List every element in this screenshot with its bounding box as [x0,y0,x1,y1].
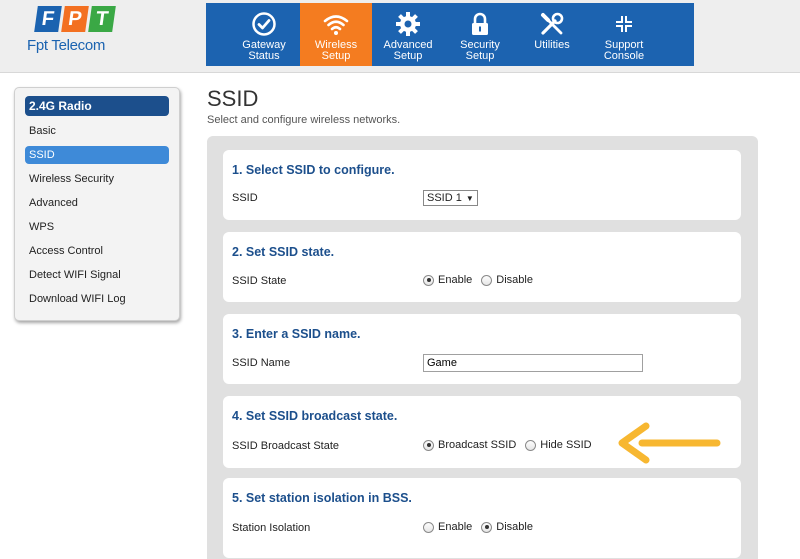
wifi-icon [323,15,349,35]
radio-label: Enable [438,521,473,533]
ssid-name-label: SSID Name [232,357,291,369]
radio-label: Enable [438,274,473,286]
ssid-state-enable-radio[interactable] [423,274,434,286]
broadcast-ssid-option[interactable]: Broadcast SSID [423,439,516,451]
section-title: 1. Select SSID to configure. [232,163,395,177]
broadcast-ssid-radio[interactable] [423,439,434,451]
section-title: 4. Set SSID broadcast state. [232,409,398,423]
broadcast-options: Broadcast SSID Hide SSID [423,439,601,451]
dropdown-arrow-icon: ▼ [465,193,474,203]
ssid-name-wrap [423,354,643,372]
nav-label-1: Utilities [534,39,570,51]
section-isolation: 5. Set station isolation in BSS. Station… [223,478,741,558]
section-title: 3. Enter a SSID name. [232,327,361,341]
radio-label: Disable [496,274,533,286]
sidebar-header[interactable]: 2.4G Radio [25,96,169,116]
logo-letters: F P T [34,6,146,32]
brand-name: Fpt Telecom [27,37,106,54]
nav-label-2: Status [248,50,280,62]
ssid-name-input[interactable] [423,354,643,372]
isolation-disable-radio[interactable] [481,521,493,533]
sidebar-item-download-wifi-log[interactable]: Download WIFI Log [25,290,169,314]
radio-label: Disable [496,521,533,533]
nav-wireless-setup[interactable]: Wireless Setup [300,3,372,66]
page-title: SSID [207,86,259,111]
isolation-label: Station Isolation [232,522,311,534]
section-ssid-state: 2. Set SSID state. SSID State Enable Dis… [223,232,741,302]
nav-security-setup[interactable]: Security Setup [444,3,516,66]
hide-ssid-option[interactable]: Hide SSID [525,439,592,451]
sidebar-item-advanced[interactable]: Advanced [25,194,169,218]
logo-letter-t: T [88,6,116,32]
isolation-disable-option[interactable]: Disable [481,521,533,533]
header: F P T Fpt Telecom Gateway Status Wireles… [0,0,800,73]
lock-icon [472,12,488,35]
annotation-arrow-icon [618,422,721,464]
nav-support-console[interactable]: Support Console [588,3,660,66]
settings-panel: 1. Select SSID to configure. SSID SSID 1… [207,136,758,559]
section-title: 5. Set station isolation in BSS. [232,491,412,505]
ssid-label: SSID [232,192,258,204]
tools-icon [541,12,564,35]
ssid-state-label: SSID State [232,275,287,287]
sidebar: 2.4G Radio Basic SSID Wireless Security … [14,87,180,321]
section-title: 2. Set SSID state. [232,245,335,259]
sidebar-item-access-control[interactable]: Access Control [25,242,169,266]
ssid-select[interactable]: SSID 1 ▼ [423,190,478,206]
nav-label-2: Console [603,50,645,62]
nav-utilities[interactable]: Utilities [516,3,588,66]
isolation-enable-option[interactable]: Enable [423,521,472,533]
logo-letter-f: F [34,6,62,32]
radio-label: Broadcast SSID [438,439,517,451]
hide-ssid-radio[interactable] [525,439,537,451]
nav-label-2: Setup [321,50,351,62]
ssid-state-disable-radio[interactable] [481,274,493,286]
section-ssid-name: 3. Enter a SSID name. SSID Name [223,314,741,384]
section-select-ssid: 1. Select SSID to configure. SSID SSID 1… [223,150,741,220]
page-subtitle: Select and configure wireless networks. [207,114,401,126]
nav-gateway-status[interactable]: Gateway Status [228,3,300,66]
ssid-select-wrap: SSID 1 ▼ [423,190,478,206]
nav-label-2: Setup [465,50,495,62]
isolation-enable-radio[interactable] [423,521,434,533]
fpt-logo[interactable]: F P T Fpt Telecom [27,6,146,66]
nav-label-2: Setup [393,50,423,62]
broadcast-label: SSID Broadcast State [232,440,339,452]
logo-letter-p: P [61,6,89,32]
sidebar-item-basic[interactable]: Basic [25,122,169,146]
radio-label: Hide SSID [540,439,592,451]
top-nav: Gateway Status Wireless Setup Advanced S… [206,3,694,66]
ssid-state-options: Enable Disable [423,274,542,286]
check-circle-icon [252,12,276,36]
gear-icon [396,12,420,36]
ssid-state-enable-option[interactable]: Enable [423,274,472,286]
nav-advanced-setup[interactable]: Advanced Setup [372,3,444,66]
sidebar-item-wireless-security[interactable]: Wireless Security [25,170,169,194]
sidebar-item-detect-wifi-signal[interactable]: Detect WIFI Signal [25,266,169,290]
ssid-select-value: SSID 1 [427,192,462,204]
arrows-in-icon [613,13,635,35]
sidebar-item-wps[interactable]: WPS [25,218,169,242]
sidebar-item-ssid[interactable]: SSID [25,146,169,164]
ssid-state-disable-option[interactable]: Disable [481,274,533,286]
isolation-options: Enable Disable [423,521,542,533]
